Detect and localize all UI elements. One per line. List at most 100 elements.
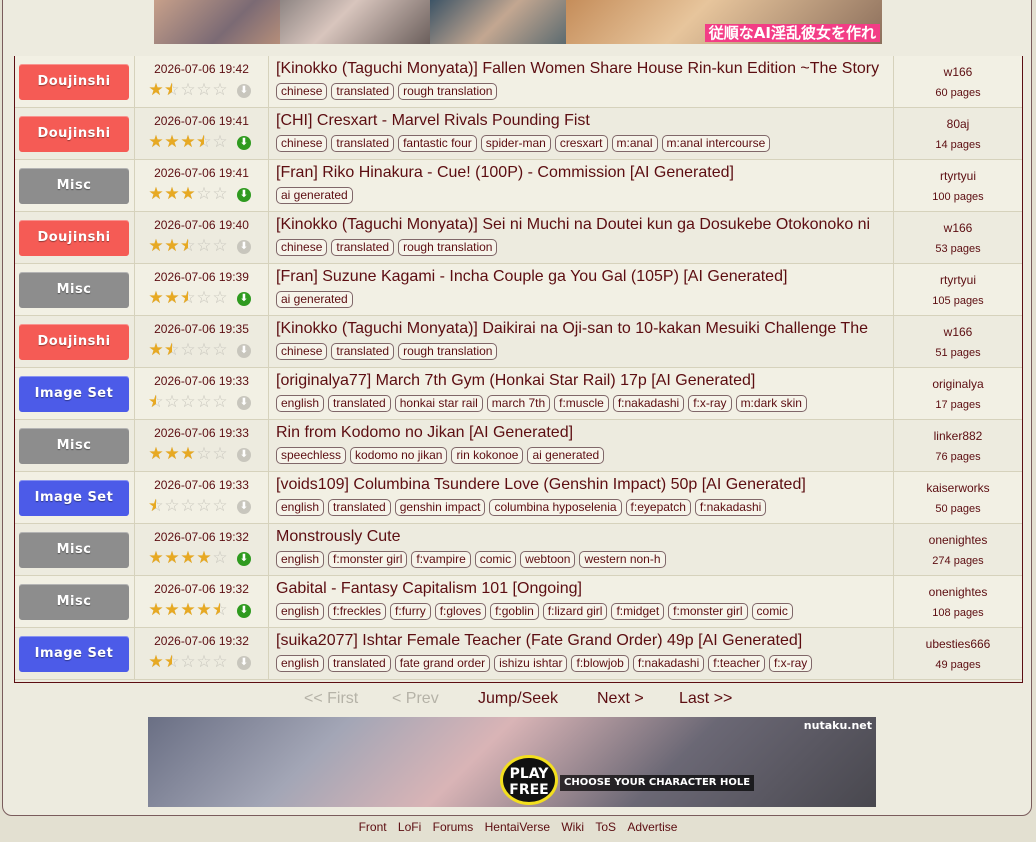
bottom-ad-banner[interactable]: nutaku.net PLAY FREE CHOOSE YOUR CHARACT… (148, 717, 876, 807)
gallery-title-link[interactable]: [originalya77] March 7th Gym (Honkai Sta… (276, 372, 888, 390)
tag-chip[interactable]: rough translation (398, 83, 498, 100)
footer-link-lofi[interactable]: LoFi (398, 820, 421, 834)
next-page-link[interactable]: Next > (597, 690, 644, 708)
tag-chip[interactable]: speechless (276, 447, 347, 464)
tag-chip[interactable]: f:freckles (328, 603, 387, 620)
tag-chip[interactable]: english (276, 499, 325, 516)
download-icon[interactable]: ⬇ (237, 656, 251, 670)
download-icon[interactable]: ⬇ (237, 84, 251, 98)
tag-chip[interactable]: f:midget (611, 603, 665, 620)
tag-chip[interactable]: ai generated (527, 447, 605, 464)
gallery-title-link[interactable]: Gabital - Fantasy Capitalism 101 [Ongoin… (276, 580, 888, 598)
download-icon[interactable]: ⬇ (237, 344, 251, 358)
footer-link-wiki[interactable]: Wiki (561, 820, 584, 834)
tag-chip[interactable]: ai generated (276, 187, 353, 204)
tag-chip[interactable]: translated (328, 499, 391, 516)
category-button[interactable]: Image Set (19, 636, 129, 672)
download-icon[interactable]: ⬇ (237, 188, 251, 202)
category-button[interactable]: Misc (19, 584, 129, 620)
tag-chip[interactable]: f:lizard girl (542, 603, 608, 620)
gallery-title-link[interactable]: [CHI] Cresxart - Marvel Rivals Pounding … (276, 112, 888, 130)
tag-chip[interactable]: f:furry (390, 603, 431, 620)
tag-chip[interactable]: comic (474, 551, 517, 568)
tag-chip[interactable]: m:dark skin (735, 395, 807, 412)
footer-link-tos[interactable]: ToS (595, 820, 616, 834)
category-button[interactable]: Misc (19, 428, 129, 464)
jump-seek-link[interactable]: Jump/Seek (478, 690, 558, 708)
tag-chip[interactable]: march 7th (486, 395, 551, 412)
tag-chip[interactable]: ai generated (276, 291, 353, 308)
download-icon[interactable]: ⬇ (237, 136, 251, 150)
uploader-link[interactable]: originalya (894, 377, 1022, 391)
tag-chip[interactable]: f:eyepatch (625, 499, 691, 516)
tag-chip[interactable]: translated (331, 239, 395, 256)
tag-chip[interactable]: chinese (276, 135, 328, 152)
gallery-title-link[interactable]: [Fran] Suzune Kagami - Incha Couple ga Y… (276, 268, 888, 286)
tag-chip[interactable]: f:x-ray (688, 395, 732, 412)
tag-chip[interactable]: fate grand order (394, 655, 491, 672)
tag-chip[interactable]: english (276, 603, 325, 620)
uploader-link[interactable]: onenightes (894, 585, 1022, 599)
category-button[interactable]: Misc (19, 532, 129, 568)
uploader-link[interactable]: w166 (894, 221, 1022, 235)
tag-chip[interactable]: m:anal intercourse (661, 135, 771, 152)
category-button[interactable]: Doujinshi (19, 64, 129, 100)
gallery-title-link[interactable]: [voids109] Columbina Tsundere Love (Gens… (276, 476, 888, 494)
tag-chip[interactable]: rough translation (398, 239, 498, 256)
uploader-link[interactable]: linker882 (894, 429, 1022, 443)
footer-link-forums[interactable]: Forums (433, 820, 474, 834)
tag-chip[interactable]: columbina hyposelenia (489, 499, 622, 516)
gallery-title-link[interactable]: [Kinokko (Taguchi Monyata)] Daikirai na … (276, 320, 888, 338)
footer-link-advertise[interactable]: Advertise (627, 820, 677, 834)
tag-chip[interactable]: translated (328, 395, 391, 412)
gallery-title-link[interactable]: Rin from Kodomo no Jikan [AI Generated] (276, 424, 888, 442)
uploader-link[interactable]: ubesties666 (894, 637, 1022, 651)
uploader-link[interactable]: rtyrtyui (894, 273, 1022, 287)
footer-link-front[interactable]: Front (359, 820, 387, 834)
tag-chip[interactable]: webtoon (520, 551, 576, 568)
tag-chip[interactable]: translated (331, 83, 395, 100)
category-button[interactable]: Doujinshi (19, 220, 129, 256)
tag-chip[interactable]: translated (331, 343, 395, 360)
uploader-link[interactable]: w166 (894, 65, 1022, 79)
category-button[interactable]: Image Set (19, 376, 129, 412)
tag-chip[interactable]: genshin impact (394, 499, 486, 516)
tag-chip[interactable]: chinese (276, 239, 328, 256)
tag-chip[interactable]: english (276, 395, 325, 412)
gallery-title-link[interactable]: [Kinokko (Taguchi Monyata)] Fallen Women… (276, 60, 888, 78)
uploader-link[interactable]: rtyrtyui (894, 169, 1022, 183)
tag-chip[interactable]: rough translation (398, 343, 498, 360)
category-button[interactable]: Misc (19, 272, 129, 308)
category-button[interactable]: Misc (19, 168, 129, 204)
download-icon[interactable]: ⬇ (237, 292, 251, 306)
category-button[interactable]: Doujinshi (19, 324, 129, 360)
tag-chip[interactable]: f:vampire (411, 551, 471, 568)
tag-chip[interactable]: fantastic four (398, 135, 477, 152)
tag-chip[interactable]: english (276, 551, 325, 568)
tag-chip[interactable]: f:nakadashi (632, 655, 705, 672)
tag-chip[interactable]: rin kokonoe (451, 447, 524, 464)
tag-chip[interactable]: f:goblin (490, 603, 539, 620)
tag-chip[interactable]: spider-man (480, 135, 551, 152)
category-button[interactable]: Image Set (19, 480, 129, 516)
footer-link-hentaiverse[interactable]: HentaiVerse (485, 820, 550, 834)
uploader-link[interactable]: 80aj (894, 117, 1022, 131)
tag-chip[interactable]: f:gloves (434, 603, 487, 620)
tag-chip[interactable]: chinese (276, 343, 328, 360)
download-icon[interactable]: ⬇ (237, 240, 251, 254)
gallery-title-link[interactable]: [Fran] Riko Hinakura - Cue! (100P) - Com… (276, 164, 888, 182)
tag-chip[interactable]: comic (751, 603, 793, 620)
tag-chip[interactable]: f:monster girl (328, 551, 408, 568)
tag-chip[interactable]: honkai star rail (394, 395, 483, 412)
tag-chip[interactable]: chinese (276, 83, 328, 100)
gallery-title-link[interactable]: [Kinokko (Taguchi Monyata)] Sei ni Muchi… (276, 216, 888, 234)
tag-chip[interactable]: translated (331, 135, 395, 152)
tag-chip[interactable]: f:muscle (554, 395, 609, 412)
uploader-link[interactable]: onenightes (894, 533, 1022, 547)
download-icon[interactable]: ⬇ (237, 552, 251, 566)
last-page-link[interactable]: Last >> (679, 690, 732, 708)
tag-chip[interactable]: f:teacher (708, 655, 765, 672)
tag-chip[interactable]: f:x-ray (768, 655, 813, 672)
uploader-link[interactable]: w166 (894, 325, 1022, 339)
tag-chip[interactable]: english (276, 655, 325, 672)
